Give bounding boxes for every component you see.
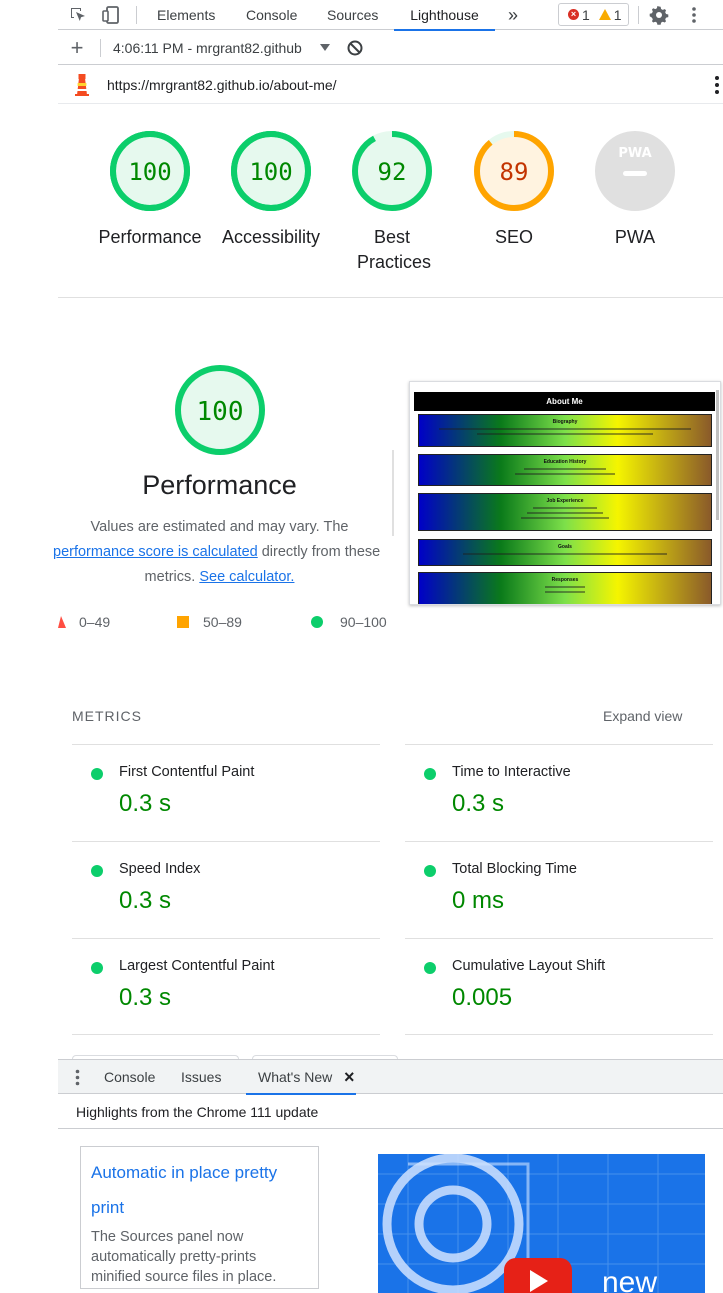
desc-text: directly from these (257, 544, 381, 560)
performance-heading: Performance (142, 470, 297, 500)
gauge-label: SEO (494, 227, 533, 247)
pass-circle-icon (311, 616, 323, 628)
drawer-menu-icon[interactable] (75, 1069, 80, 1091)
pass-circle-icon (424, 768, 436, 780)
error-count: 1 (582, 6, 590, 23)
issues-counter[interactable]: × 1 1 (558, 3, 629, 26)
gauge-pwa[interactable]: PWA PWA (580, 130, 690, 250)
divider (58, 297, 723, 298)
gauge-label: Best Practices (357, 227, 432, 272)
thumb-header: About Me (414, 392, 715, 411)
more-options-icon[interactable] (684, 5, 704, 25)
metric-value: 0 ms (452, 887, 505, 914)
performance-score: 100 (197, 397, 244, 427)
report-selector[interactable]: 4:06:11 PM - mrgrant82.github (113, 31, 302, 65)
tab-console[interactable]: Console (240, 0, 303, 30)
feature-card[interactable]: Automatic in place pretty print The Sour… (80, 1146, 319, 1289)
drawer-tabbar: Console Issues What's New × (58, 1060, 723, 1095)
gauge-score: 92 (378, 158, 407, 186)
device-toolbar-icon[interactable] (101, 5, 121, 25)
metric-name: Speed Index (119, 861, 201, 877)
gauge-seo[interactable]: 89 SEO (459, 130, 569, 250)
thumb-section: Goals (418, 539, 712, 566)
audited-url: https://mrgrant82.github.io/about-me/ (107, 77, 337, 93)
tab-lighthouse[interactable]: Lighthouse (394, 0, 495, 31)
clear-reports-icon[interactable] (345, 38, 365, 58)
thumb-section: Biography (418, 414, 712, 447)
drawer-tab-issues[interactable]: Issues (181, 1060, 221, 1094)
pass-circle-icon (91, 962, 103, 974)
average-square-icon (177, 616, 189, 628)
more-tabs-icon[interactable]: » (502, 0, 524, 30)
expand-view-toggle[interactable]: Expand view (603, 708, 682, 724)
gauge-label: Accessibility (221, 227, 321, 247)
gauge-accessibility[interactable]: 100 Accessibility (216, 130, 326, 250)
gauge-label: Performance (98, 227, 202, 247)
error-icon: × (568, 9, 579, 20)
video-caption: new (602, 1266, 657, 1293)
score-calculated-link[interactable]: performance score is calculated (53, 544, 258, 560)
inspect-element-icon[interactable] (68, 5, 88, 25)
fail-triangle-icon (58, 616, 66, 628)
legend-pass: 90–100 (311, 612, 387, 632)
metric-name: First Contentful Paint (119, 764, 255, 780)
devtools-toolbar: Elements Console Sources Lighthouse » × … (58, 0, 723, 31)
tab-elements[interactable]: Elements (151, 0, 221, 30)
feature-card-description: The Sources panel now automatically pret… (91, 1229, 277, 1285)
thumb-section: Job Experience (418, 493, 712, 531)
lighthouse-logo-icon (74, 74, 90, 101)
performance-description: Values are estimated and may vary. The p… (53, 515, 381, 590)
metric-value: 0.3 s (119, 984, 172, 1011)
new-report-icon[interactable]: + (67, 35, 87, 60)
metrics-heading: METRICS (72, 708, 142, 724)
pass-circle-icon (91, 768, 103, 780)
feature-card-title[interactable]: Automatic in place pretty print (91, 1155, 308, 1225)
gauge-performance[interactable]: 100 Performance (95, 130, 205, 250)
metric-value: 0.3 s (119, 887, 172, 914)
legend-fail: 0–49 (58, 612, 110, 632)
thumb-section: Responses (418, 572, 712, 604)
report-bar: + 4:06:11 PM - mrgrant82.github (58, 31, 723, 65)
desc-text: Values are estimated and may vary. The (90, 519, 349, 535)
pass-circle-icon (91, 865, 103, 877)
gauge-score: 100 (128, 158, 171, 186)
metric-value: 0.005 (452, 984, 513, 1011)
report-url-bar: https://mrgrant82.github.io/about-me/ (58, 66, 723, 104)
performance-gauge-large: 100 (174, 364, 266, 461)
metric-name: Cumulative Layout Shift (452, 958, 606, 974)
metric-name: Largest Contentful Paint (119, 958, 275, 974)
metric-value: 0.3 s (452, 790, 505, 817)
see-calculator-link[interactable]: See calculator. (199, 569, 294, 585)
metric-name: Total Blocking Time (452, 861, 577, 877)
close-icon[interactable]: × (344, 1060, 355, 1094)
chevron-down-icon[interactable] (315, 38, 335, 58)
metric-value: 0.3 s (119, 790, 172, 817)
gauge-label: PWA (614, 227, 656, 247)
thumb-section: Education History (418, 454, 712, 486)
desc-text: metrics. (144, 569, 200, 585)
tab-sources[interactable]: Sources (321, 0, 384, 30)
legend-average: 50–89 (177, 612, 242, 632)
pwa-dash-icon (623, 171, 647, 176)
pwa-badge-text: PWA (618, 146, 651, 161)
drawer-tab-whats-new[interactable]: What's New (245, 1060, 357, 1095)
warning-icon (598, 9, 611, 20)
warning-count: 1 (613, 6, 622, 23)
pass-circle-icon (424, 865, 436, 877)
whats-new-header: Highlights from the Chrome 111 update (58, 1095, 723, 1129)
divider (392, 450, 394, 536)
metric-name: Time to Interactive (452, 764, 571, 780)
video-thumbnail[interactable]: new (378, 1154, 705, 1293)
final-screenshot[interactable]: About Me Biography Education History Job… (409, 381, 721, 605)
report-menu-icon[interactable] (714, 75, 720, 100)
gauge-score: 89 (500, 158, 529, 186)
whats-new-heading: Highlights from the Chrome 111 update (76, 1104, 319, 1120)
pass-circle-icon (424, 962, 436, 974)
thumb-scrollbar (716, 390, 719, 520)
settings-gear-icon[interactable] (649, 5, 669, 25)
gauge-score: 100 (249, 158, 292, 186)
drawer-tab-console[interactable]: Console (104, 1060, 155, 1094)
gauge-best-practices[interactable]: 92 Best Practices (337, 130, 447, 275)
